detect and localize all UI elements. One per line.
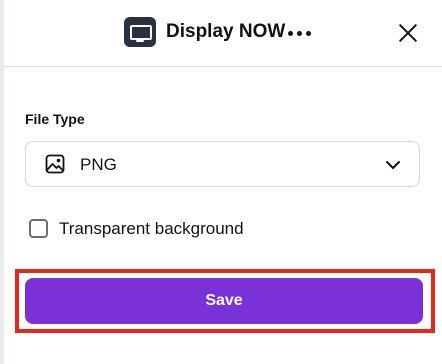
save-button[interactable]: Save [25,278,423,324]
monitor-stand [136,40,144,42]
close-button[interactable] [394,19,422,47]
image-icon [45,154,65,174]
file-type-select[interactable]: PNG [25,141,420,187]
monitor-screen [130,25,152,40]
more-options-button[interactable] [286,22,314,44]
transparent-background-checkbox[interactable] [29,219,48,238]
chevron-down-icon [386,161,400,169]
app-title: Display NOW [166,21,286,42]
more-horizontal-icon [306,31,311,36]
file-type-value: PNG [80,155,117,174]
monitor-icon [124,17,156,47]
transparent-background-label: Transparent background [59,219,244,238]
more-horizontal-icon [288,31,293,36]
download-panel: Display NOW File Type PNG Transparent ba… [0,0,442,364]
panel-header: Display NOW [4,0,442,67]
file-type-label: File Type [25,111,85,127]
more-horizontal-icon [297,31,302,36]
